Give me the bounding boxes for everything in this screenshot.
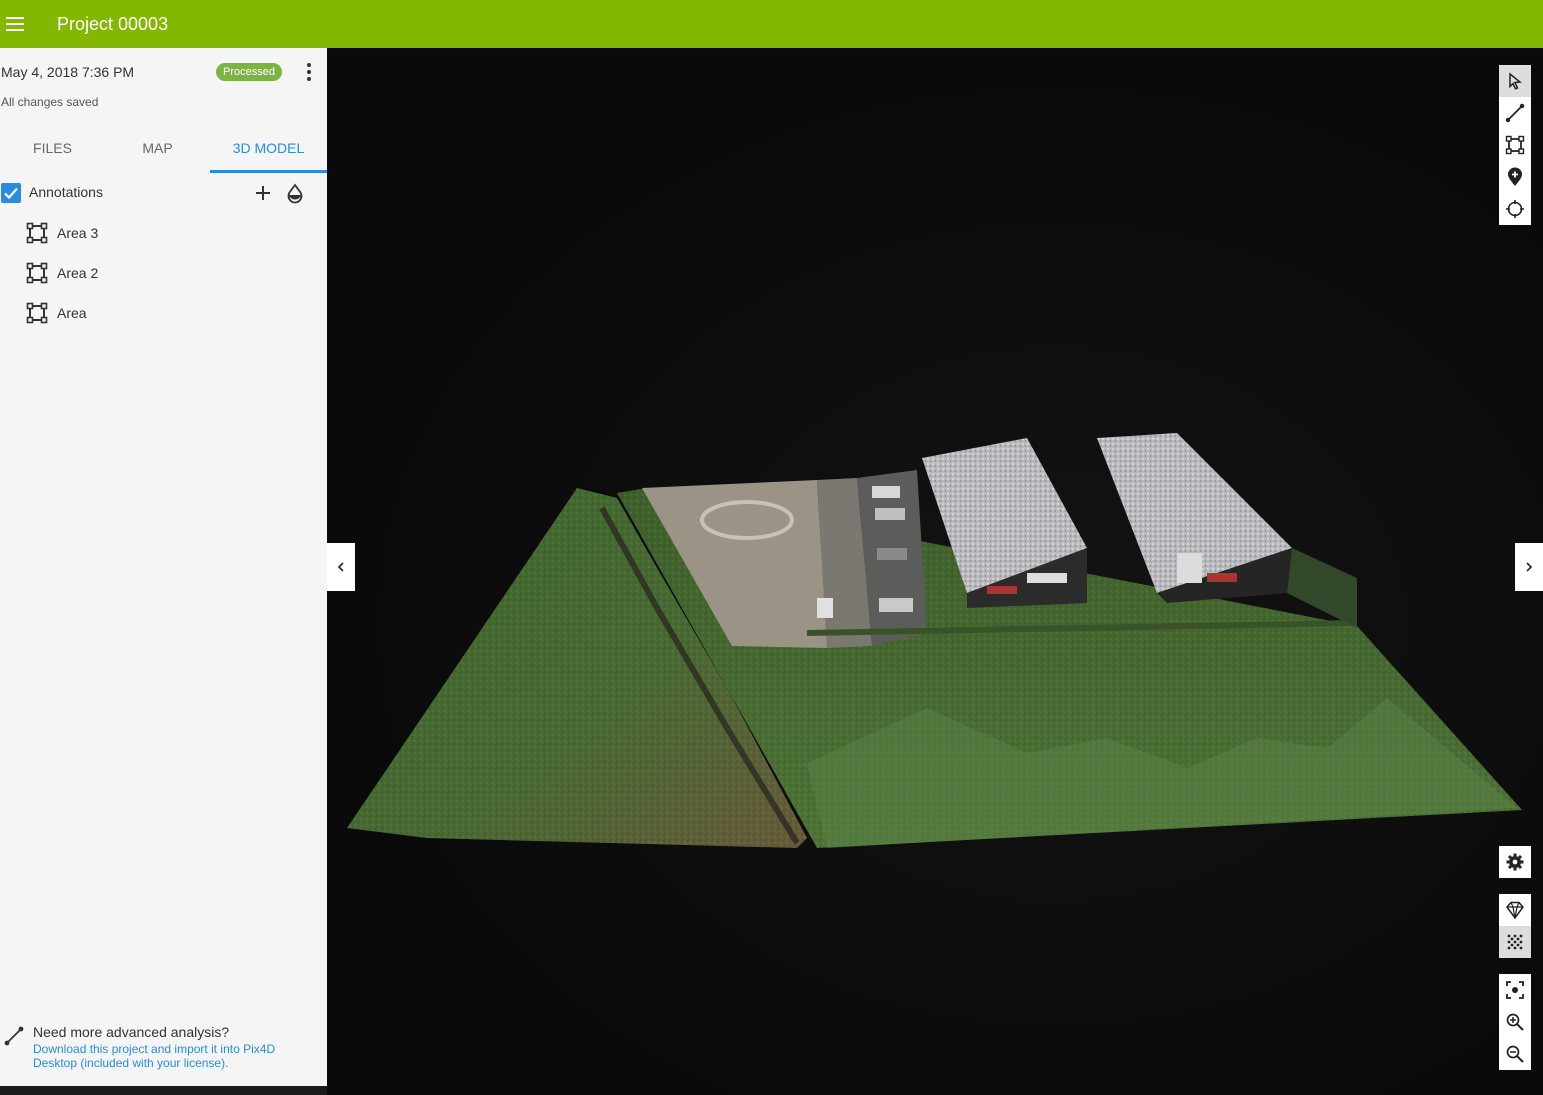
status-badge: Processed <box>216 63 282 81</box>
chevron-left-icon <box>337 562 344 572</box>
tab-files[interactable]: FILES <box>0 128 105 173</box>
area-polygon-icon <box>26 222 48 249</box>
project-date: May 4, 2018 7:36 PM <box>1 64 135 80</box>
select-pointer-icon[interactable] <box>1499 65 1531 97</box>
hamburger-menu-icon[interactable] <box>2 10 30 38</box>
list-item[interactable]: Area 2 <box>0 258 327 298</box>
annotation-list: Area 3 Area 2 Area <box>0 218 327 338</box>
measure-line-icon <box>3 1025 25 1052</box>
focus-icon[interactable] <box>1499 974 1531 1006</box>
settings-gear-icon[interactable] <box>1499 846 1531 878</box>
list-item[interactable]: Area <box>0 298 327 338</box>
3d-viewer-canvas[interactable] <box>327 48 1543 1095</box>
chevron-right-icon <box>1526 562 1533 572</box>
project-title: Project 00003 <box>57 13 169 34</box>
sidebar: May 4, 2018 7:36 PM Processed All change… <box>0 48 327 1086</box>
collapse-sidebar-button[interactable] <box>327 543 355 591</box>
expand-right-panel-button[interactable] <box>1515 543 1543 591</box>
annotation-toolbar <box>1499 65 1531 225</box>
promo-question: Need more advanced analysis? <box>33 1024 230 1040</box>
add-marker-icon[interactable] <box>1499 161 1531 193</box>
project-meta: May 4, 2018 7:36 PM Processed <box>1 62 325 84</box>
point-cloud-icon[interactable] <box>1499 926 1531 958</box>
measure-line-icon[interactable] <box>1499 97 1531 129</box>
measure-area-icon[interactable] <box>1499 129 1531 161</box>
view-tabs: FILES MAP 3D MODEL <box>0 128 327 173</box>
zoom-out-icon[interactable] <box>1499 1038 1531 1070</box>
download-link[interactable]: Download this project and import it into… <box>33 1042 303 1070</box>
color-drop-icon[interactable] <box>284 182 306 204</box>
area-polygon-icon <box>26 262 48 289</box>
settings-toolbar <box>1499 846 1531 878</box>
taskbar-strip <box>0 1086 327 1095</box>
advanced-analysis-promo: Need more advanced analysis? Download th… <box>0 1021 327 1081</box>
crosshair-icon[interactable] <box>1499 193 1531 225</box>
area-polygon-icon <box>26 302 48 329</box>
tab-3d-model[interactable]: 3D MODEL <box>210 128 327 173</box>
more-options-icon[interactable] <box>303 62 315 82</box>
annotation-label: Area 2 <box>57 265 99 281</box>
mesh-render-icon[interactable] <box>1499 894 1531 926</box>
navigation-toolbar <box>1499 974 1531 1070</box>
annotations-title: Annotations <box>29 184 103 200</box>
annotations-checkbox[interactable] <box>1 183 21 203</box>
app-header: Project 00003 <box>0 0 1543 48</box>
add-icon[interactable] <box>252 182 274 204</box>
tab-map[interactable]: MAP <box>105 128 210 173</box>
list-item[interactable]: Area 3 <box>0 218 327 258</box>
annotation-label: Area 3 <box>57 225 99 241</box>
annotation-label: Area <box>57 305 87 321</box>
annotations-header: Annotations <box>0 180 327 206</box>
render-mode-toolbar <box>1499 894 1531 958</box>
save-status: All changes saved <box>1 95 99 109</box>
point-cloud-scene <box>347 433 1522 848</box>
zoom-in-icon[interactable] <box>1499 1006 1531 1038</box>
